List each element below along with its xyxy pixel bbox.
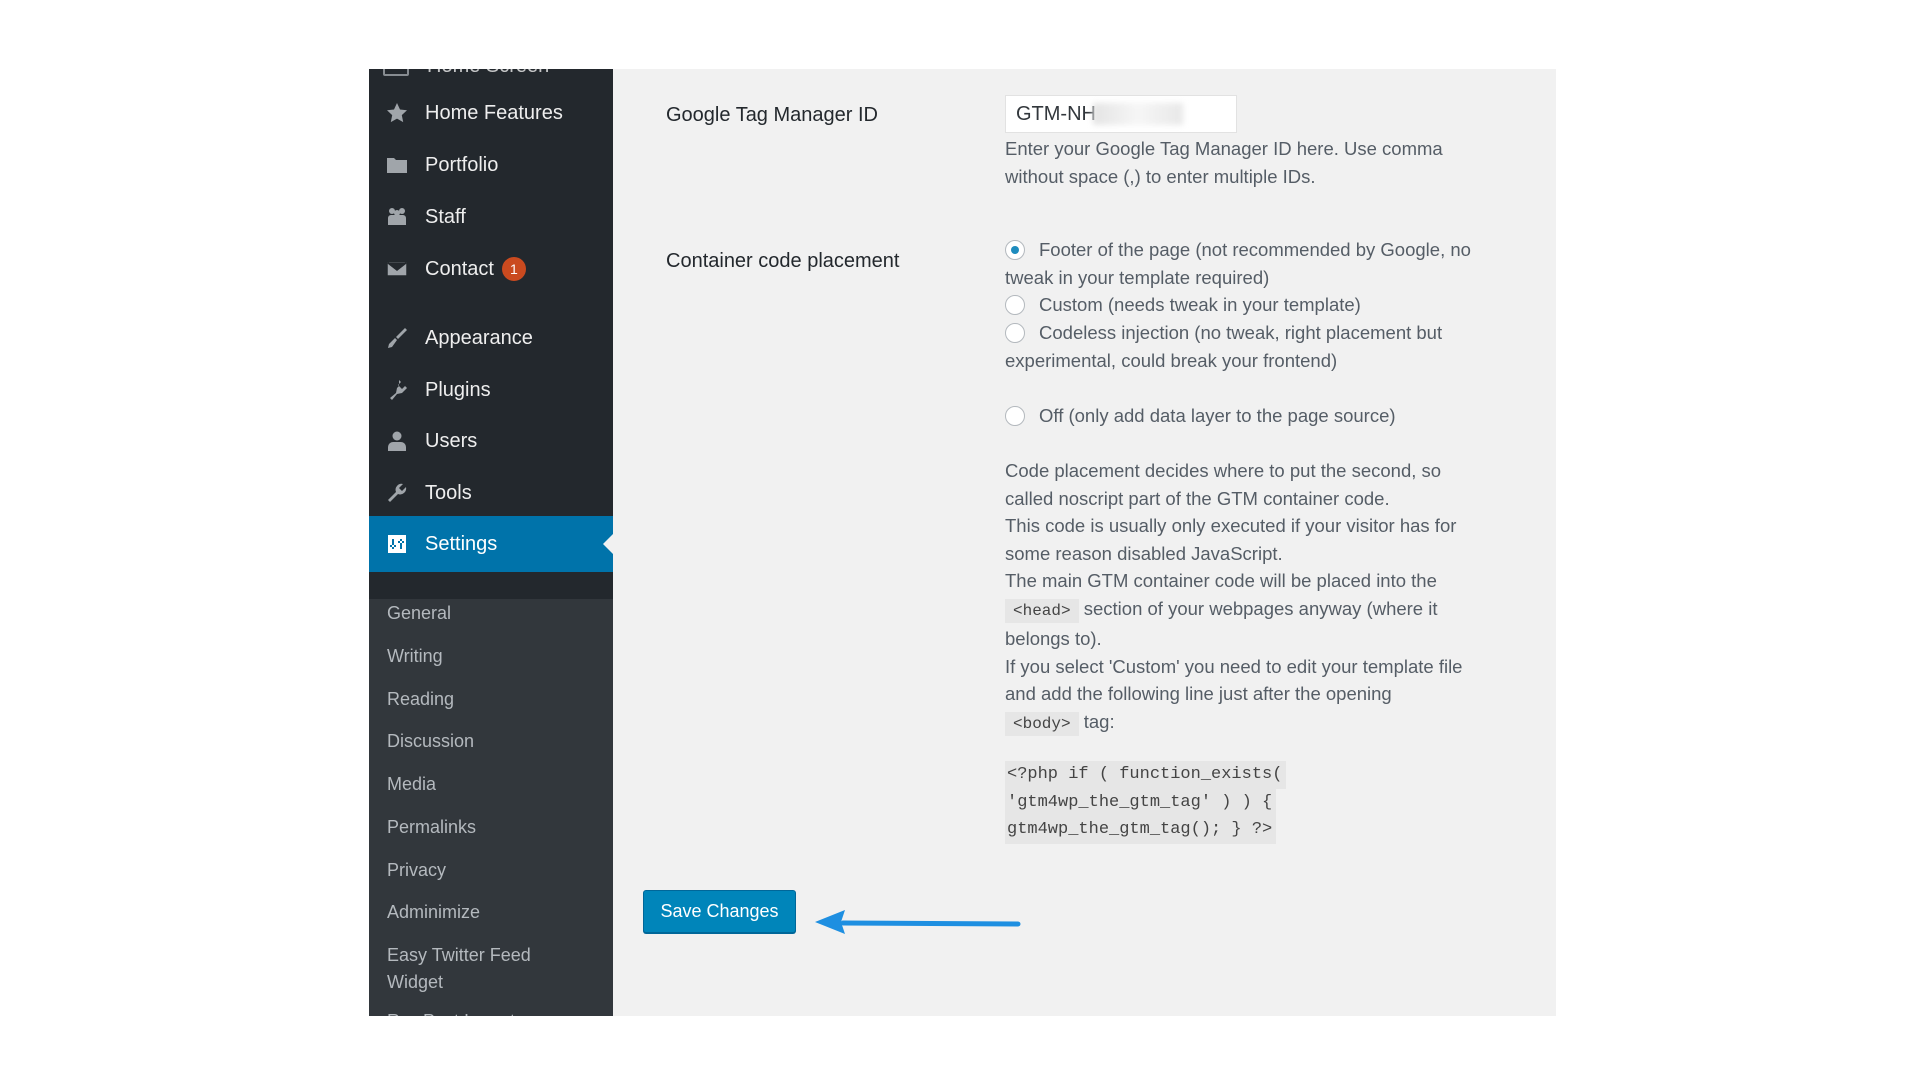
- annotation-arrow-icon: [815, 910, 1021, 934]
- user-icon: [383, 427, 411, 455]
- body-tag-code: <body>: [1005, 711, 1079, 736]
- submenu-item-writing[interactable]: Writing: [387, 643, 597, 670]
- screen-icon: [383, 69, 409, 76]
- sidebar-item-home-features[interactable]: Home Features: [369, 91, 613, 135]
- settings-submenu: General Writing Reading Discussion Media…: [369, 599, 613, 1016]
- submenu-item-discussion[interactable]: Discussion: [387, 728, 597, 755]
- wrench-icon: [383, 479, 411, 507]
- submenu-item-rss-post-importer[interactable]: Rss Post Importer: [387, 1008, 597, 1016]
- group-icon: [383, 203, 411, 231]
- submenu-item-general[interactable]: General: [387, 600, 597, 627]
- sidebar-item-staff[interactable]: Staff: [369, 195, 613, 239]
- radio-option-custom[interactable]: Custom (needs tweak in your template): [1005, 291, 1475, 319]
- active-indicator: [603, 534, 613, 554]
- radio-button[interactable]: [1005, 406, 1025, 426]
- submenu-item-media[interactable]: Media: [387, 771, 597, 798]
- sidebar-item-users[interactable]: Users: [369, 419, 613, 463]
- submenu-item-privacy[interactable]: Privacy: [387, 857, 597, 884]
- mail-icon: [383, 255, 411, 283]
- radio-option-codeless[interactable]: Codeless injection (no tweak, right plac…: [1005, 319, 1475, 374]
- folder-icon: [383, 151, 411, 179]
- placement-help: Code placement decides where to put the …: [1005, 457, 1465, 738]
- radio-option-off[interactable]: Off (only add data layer to the page sou…: [1005, 402, 1475, 430]
- settings-icon: [383, 530, 411, 558]
- admin-sidebar: Home Screen Home Features Portfolio Staf…: [369, 69, 613, 1016]
- placement-label: Container code placement: [666, 250, 900, 272]
- radio-button[interactable]: [1005, 240, 1025, 260]
- submenu-item-adminimize[interactable]: Adminimize: [387, 899, 597, 926]
- head-tag-code: <head>: [1005, 598, 1079, 623]
- save-changes-button[interactable]: Save Changes: [643, 890, 796, 933]
- sidebar-item-settings[interactable]: Settings: [369, 516, 613, 572]
- radio-button[interactable]: [1005, 295, 1025, 315]
- redacted-blur: [1093, 103, 1183, 125]
- submenu-item-permalinks[interactable]: Permalinks: [387, 814, 597, 841]
- sidebar-item-plugins[interactable]: Plugins: [369, 368, 613, 412]
- star-icon: [383, 99, 411, 127]
- sidebar-item-portfolio[interactable]: Portfolio: [369, 143, 613, 187]
- paintbrush-icon: [383, 324, 411, 352]
- radio-option-footer[interactable]: Footer of the page (not recommended by G…: [1005, 236, 1475, 291]
- sidebar-item-appearance[interactable]: Appearance: [369, 316, 613, 360]
- sidebar-item-partial[interactable]: Home Screen: [383, 69, 549, 78]
- submenu-item-easy-twitter-feed-widget[interactable]: Easy Twitter Feed Widget: [387, 942, 547, 996]
- notification-badge: 1: [501, 257, 526, 281]
- sidebar-item-contact[interactable]: Contact 1: [369, 247, 613, 291]
- sidebar-item-tools[interactable]: Tools: [369, 471, 613, 515]
- php-code-snippet: <?php if ( function_exists( 'gtm4wp_the_…: [1005, 761, 1287, 844]
- gtm-id-label: Google Tag Manager ID: [666, 104, 878, 126]
- plugin-icon: [383, 376, 411, 404]
- submenu-item-reading[interactable]: Reading: [387, 686, 597, 713]
- gtm-id-description: Enter your Google Tag Manager ID here. U…: [1005, 138, 1443, 187]
- settings-content: Google Tag Manager ID GTM-NH Enter your …: [613, 69, 1556, 1016]
- radio-button[interactable]: [1005, 323, 1025, 343]
